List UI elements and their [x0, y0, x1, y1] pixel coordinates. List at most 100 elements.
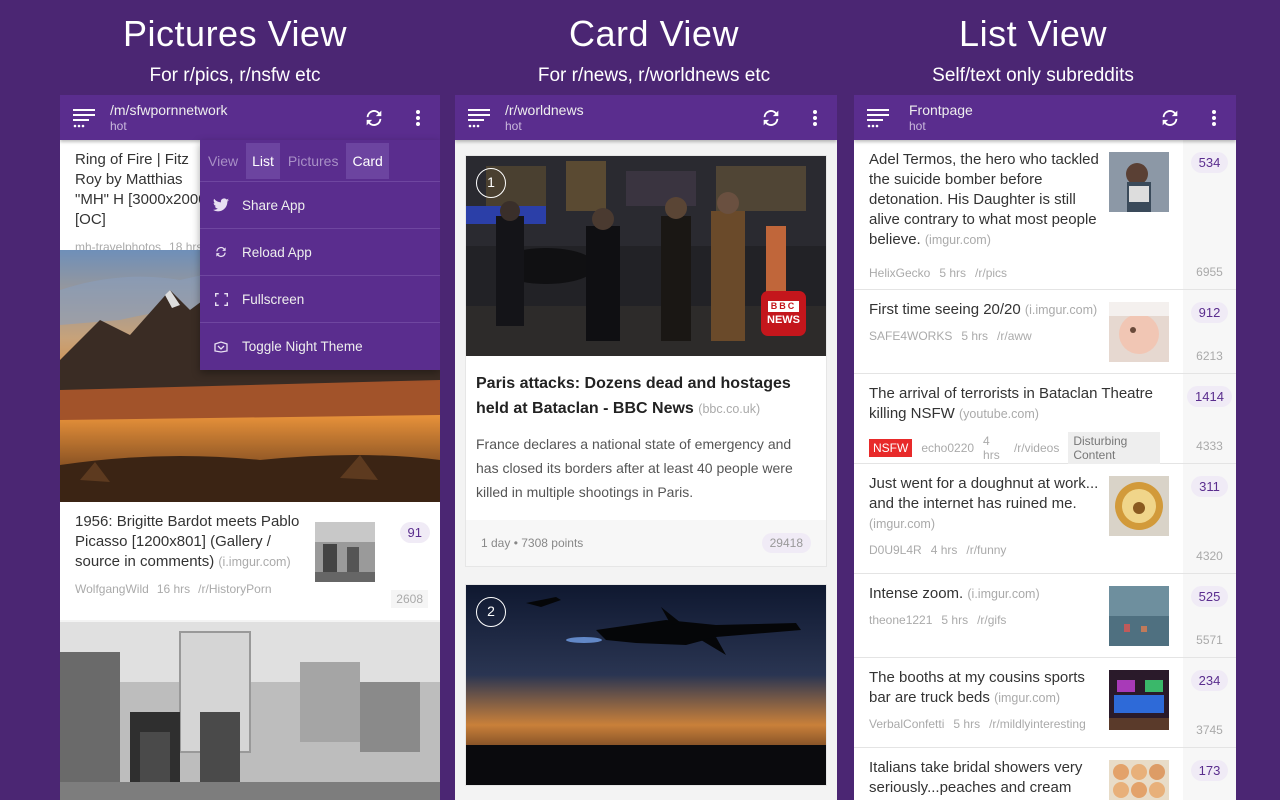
list-item[interactable]: The booths at my cousins sports bar are …	[854, 658, 1236, 748]
list-item[interactable]: Italians take bridal showers very seriou…	[854, 748, 1236, 800]
menu-item-fullscreen[interactable]: Fullscreen	[200, 276, 440, 323]
news-card[interactable]: 1 BBC NEWS Paris attacks: Dozens dead an…	[465, 155, 827, 567]
tab-pictures[interactable]: Pictures	[282, 143, 345, 179]
card-title[interactable]: Paris attacks: Dozens dead and hostages …	[476, 371, 816, 422]
comment-count[interactable]: 6955	[1196, 265, 1223, 279]
post-author[interactable]: theone1221	[869, 613, 932, 627]
post-title[interactable]: First time seeing 20/20 (i.imgur.com)	[869, 300, 1101, 320]
app-bar: Frontpage hot	[854, 95, 1236, 140]
heading-pictures-view: Pictures View For r/pics, r/nsfw etc	[25, 12, 445, 88]
post-subreddit[interactable]: /r/HistoryPorn	[198, 582, 271, 596]
comment-count[interactable]: 4333	[1196, 439, 1223, 453]
menu-item-label: Toggle Night Theme	[242, 339, 363, 354]
score-bubble: 525	[1190, 586, 1229, 607]
more-vert-icon[interactable]	[396, 95, 440, 140]
post-image-picasso[interactable]	[60, 622, 440, 800]
post-title[interactable]: Italians take bridal showers very seriou…	[869, 758, 1101, 798]
comment-count[interactable]: 3745	[1196, 723, 1223, 737]
card-description: France declares a national state of emer…	[476, 436, 793, 500]
post-thumbnail[interactable]	[1109, 760, 1169, 800]
post-author[interactable]: HelixGecko	[869, 266, 930, 280]
card-footer: 1 day • 7308 points 29418	[466, 520, 826, 566]
tab-card[interactable]: Card	[346, 142, 389, 179]
comment-count[interactable]: 29418	[761, 533, 811, 553]
post-subreddit[interactable]: /r/videos	[1014, 441, 1059, 455]
menu-item-reload-app[interactable]: Reload App	[200, 229, 440, 276]
post-thumbnail[interactable]	[1109, 670, 1169, 730]
post-time: 5 hrs	[953, 717, 981, 731]
post-subreddit[interactable]: /r/funny	[966, 543, 1006, 557]
pictures-view-screen: /m/sfwpornnetwork hot Ring of Fire | Fit…	[60, 95, 440, 800]
post-thumbnail[interactable]	[1109, 152, 1169, 212]
post-subreddit[interactable]: /r/gifs	[977, 613, 1006, 627]
more-vert-icon[interactable]	[1192, 95, 1236, 140]
post-title: 1956: Brigitte Bardot meets Pablo Picass…	[75, 512, 310, 572]
post-title[interactable]: Intense zoom. (i.imgur.com)	[869, 584, 1101, 604]
heading-title: List View	[959, 13, 1107, 54]
card-image[interactable]: 2	[466, 585, 826, 785]
post-thumbnail[interactable]	[1109, 586, 1169, 646]
post-time: 4 hrs	[930, 543, 958, 557]
post-title-text: Just went for a doughnut at work... and …	[869, 475, 1099, 512]
comment-count[interactable]: 2608	[391, 590, 428, 608]
post-title-text: Intense zoom.	[869, 585, 964, 602]
list-item[interactable]: Intense zoom. (i.imgur.com) theone1221 5 …	[854, 574, 1236, 658]
list-item[interactable]: First time seeing 20/20 (i.imgur.com) SA…	[854, 290, 1236, 374]
post-item[interactable]: 1956: Brigitte Bardot meets Pablo Picass…	[60, 502, 440, 620]
comment-count[interactable]: 5571	[1196, 633, 1223, 647]
post-meta: SAFE4WORKS 5 hrs/r/aww	[869, 329, 1101, 343]
card-number: 2	[476, 597, 506, 627]
post-domain: (imgur.com)	[869, 517, 935, 531]
post-thumbnail[interactable]	[315, 522, 375, 582]
menu-item-label: Reload App	[242, 244, 312, 260]
list-item-main: Just went for a doughnut at work... and …	[854, 464, 1101, 573]
post-title[interactable]: Adel Termos, the hero who tackled the su…	[869, 150, 1101, 250]
more-vert-icon[interactable]	[793, 95, 837, 140]
score-bubble: 234	[1190, 670, 1229, 691]
post-author[interactable]: D0U9L4R	[869, 543, 922, 557]
refresh-icon[interactable]	[749, 95, 793, 140]
post-domain: (imgur.com)	[994, 691, 1061, 705]
score-bubble: 91	[399, 522, 430, 543]
post-time: 4 hrs	[983, 434, 1000, 462]
flair-badge: Disturbing Content	[1068, 432, 1160, 464]
menu-icon[interactable]	[60, 95, 110, 140]
score-bubble: 311	[1191, 476, 1228, 497]
post-author[interactable]: SAFE4WORKS	[869, 329, 952, 343]
list-item-side: 173	[1183, 748, 1236, 800]
refresh-icon[interactable]	[352, 95, 396, 140]
list-item[interactable]: Just went for a doughnut at work... and …	[854, 464, 1236, 574]
menu-icon[interactable]	[455, 95, 505, 140]
menu-item-share-app[interactable]: Share App	[200, 182, 440, 229]
post-title-text: First time seeing 20/20	[869, 301, 1021, 318]
app-bar-titles[interactable]: /m/sfwpornnetwork hot	[110, 102, 352, 133]
list-item[interactable]: The arrival of terrorists in Bataclan Th…	[854, 374, 1236, 464]
refresh-icon[interactable]	[1148, 95, 1192, 140]
post-author[interactable]: VerbalConfetti	[869, 717, 944, 731]
menu-icon[interactable]	[854, 95, 904, 140]
post-author[interactable]: echo0220	[921, 441, 974, 455]
menu-item-toggle-night-theme[interactable]: Toggle Night Theme	[200, 323, 440, 370]
news-card[interactable]: 2	[465, 584, 827, 786]
card-meta: 1 day • 7308 points	[481, 536, 583, 550]
app-bar-titles[interactable]: Frontpage hot	[904, 102, 1148, 133]
post-title[interactable]: Just went for a doughnut at work... and …	[869, 474, 1101, 534]
list-item[interactable]: Adel Termos, the hero who tackled the su…	[854, 140, 1236, 290]
tab-list[interactable]: List	[246, 142, 280, 179]
post-subreddit[interactable]: /r/mildlyinteresting	[989, 717, 1086, 731]
app-bar-titles[interactable]: /r/worldnews hot	[505, 102, 749, 133]
post-title[interactable]: The arrival of terrorists in Bataclan Th…	[869, 384, 1169, 424]
card-view-screen: /r/worldnews hot 1 BBC NEWS Paris attack…	[455, 95, 837, 800]
heading-subtitle: Self/text only subreddits	[932, 65, 1134, 86]
post-subreddit[interactable]: /r/aww	[997, 329, 1032, 343]
post-subreddit[interactable]: /r/pics	[975, 266, 1007, 280]
post-author[interactable]: WolfgangWild	[75, 582, 149, 596]
post-thumbnail[interactable]	[1109, 476, 1169, 536]
post-thumbnail[interactable]	[1109, 302, 1169, 362]
post-title[interactable]: The booths at my cousins sports bar are …	[869, 668, 1101, 708]
comment-count[interactable]: 4320	[1196, 549, 1223, 563]
card-image[interactable]: 1 BBC NEWS	[466, 156, 826, 356]
bbc-news-logo: BBC NEWS	[761, 291, 806, 336]
list-item-main: Adel Termos, the hero who tackled the su…	[854, 140, 1101, 289]
comment-count[interactable]: 6213	[1196, 349, 1223, 363]
